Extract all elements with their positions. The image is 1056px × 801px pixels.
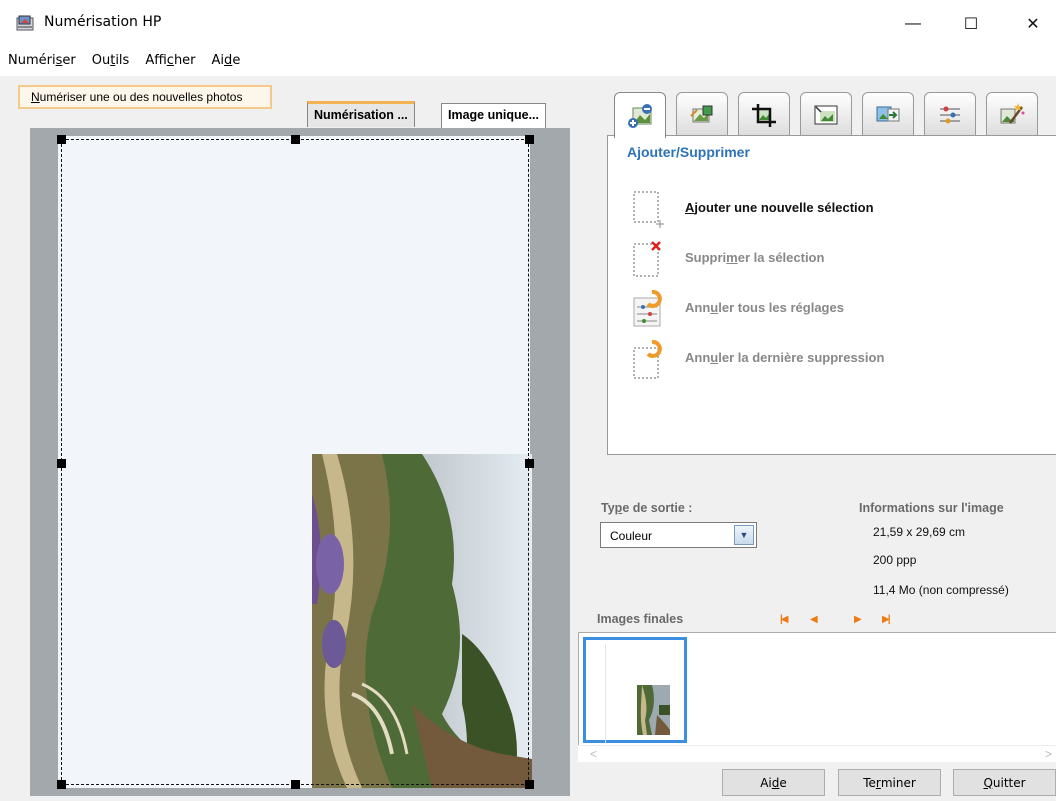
thumbnail-divider <box>605 644 606 744</box>
selection-handle[interactable] <box>525 780 534 789</box>
minimize-icon: — <box>905 15 921 32</box>
add-remove-panel: Ajouter/Supprimer Ajouter une nouvelle s… <box>607 135 1056 455</box>
tab-image-unique[interactable]: Image unique... <box>441 103 546 129</box>
prev-icon[interactable]: ◀ <box>810 614 818 625</box>
selection-handle[interactable] <box>57 459 66 468</box>
tab-resize[interactable] <box>800 92 852 136</box>
output-type-value: Couleur <box>610 529 653 543</box>
quit-button[interactable]: Quitter <box>953 769 1056 796</box>
enhance-icon <box>1000 102 1025 124</box>
tab-add-remove[interactable] <box>614 92 666 138</box>
selection-handle[interactable] <box>525 459 534 468</box>
color-adjust-icon <box>690 105 713 122</box>
add-selection-icon <box>633 191 664 228</box>
menu-numeriser[interactable]: Numériser <box>0 50 84 72</box>
tab-enhance[interactable] <box>986 92 1038 136</box>
next-icon[interactable]: ▶ <box>854 614 862 625</box>
scroll-right-icon[interactable]: > <box>1045 747 1052 761</box>
selection-marquee[interactable] <box>61 139 529 785</box>
menu-outils[interactable]: Outils <box>84 50 138 72</box>
selection-handle[interactable] <box>291 780 300 789</box>
window-title: Numérisation HP <box>44 14 162 30</box>
delete-selection-icon <box>633 241 661 277</box>
title-bar: Numérisation HP — ☐ ✕ <box>0 0 1056 46</box>
selection-handle[interactable] <box>57 780 66 789</box>
scan-new-photos-button[interactable]: Numériser une ou des nouvelles photos <box>18 85 272 109</box>
settings-icon <box>940 106 960 123</box>
destination-icon <box>876 106 900 121</box>
output-type-select[interactable]: Couleur ▼ <box>600 522 757 548</box>
maximize-button[interactable]: ☐ <box>948 8 994 40</box>
menu-aide[interactable]: Aide <box>204 50 249 72</box>
scroll-left-icon[interactable]: < <box>590 747 597 761</box>
image-size: 11,4 Mo (non compressé) <box>873 583 1009 597</box>
selection-handle[interactable] <box>57 135 66 144</box>
close-icon: ✕ <box>1026 16 1040 33</box>
undo-delete-icon <box>633 340 662 379</box>
menu-afficher[interactable]: Afficher <box>137 50 203 72</box>
tab-settings[interactable] <box>924 92 976 136</box>
finish-button[interactable]: Te r miner <box>838 769 941 796</box>
add-remove-icon <box>628 103 652 128</box>
thumbnail-selected[interactable] <box>583 637 687 744</box>
tab-crop[interactable] <box>738 92 790 136</box>
selection-handle[interactable] <box>525 135 534 144</box>
image-resolution: 200 ppp <box>873 553 917 567</box>
tab-numerisation[interactable]: Numérisation ... <box>307 101 415 127</box>
final-images-title: Images finales <box>597 612 684 626</box>
image-dimensions: 21,59 x 29,69 cm <box>873 525 966 539</box>
last-icon[interactable]: ▶| <box>882 614 890 625</box>
chevron-down-icon[interactable]: ▼ <box>734 525 754 545</box>
output-type-label: Type de sortie : <box>601 501 693 515</box>
scanner-app-icon <box>16 15 34 31</box>
panel-title: Ajouter/Supprimer <box>627 144 750 160</box>
minimize-button[interactable]: — <box>890 8 936 40</box>
help-button[interactable]: Ai d e <box>722 769 825 796</box>
resize-icon <box>814 105 838 124</box>
tab-destination[interactable] <box>862 92 914 136</box>
final-images-strip <box>578 632 1056 762</box>
image-info-title: Informations sur l'image <box>859 501 1004 515</box>
maximize-icon: ☐ <box>963 16 979 33</box>
selection-handle[interactable] <box>291 135 300 144</box>
menu-bar: Numériser Outils Afficher Aide <box>0 50 248 72</box>
first-icon[interactable]: |◀ <box>780 614 788 625</box>
crop-icon <box>752 103 776 127</box>
thumbnail-image <box>637 685 670 735</box>
thumbnail-scrollbar[interactable]: < > <box>578 745 1056 762</box>
reset-settings-icon <box>633 290 662 327</box>
close-button[interactable]: ✕ <box>1010 8 1056 40</box>
tab-color-adjust[interactable] <box>676 92 728 136</box>
